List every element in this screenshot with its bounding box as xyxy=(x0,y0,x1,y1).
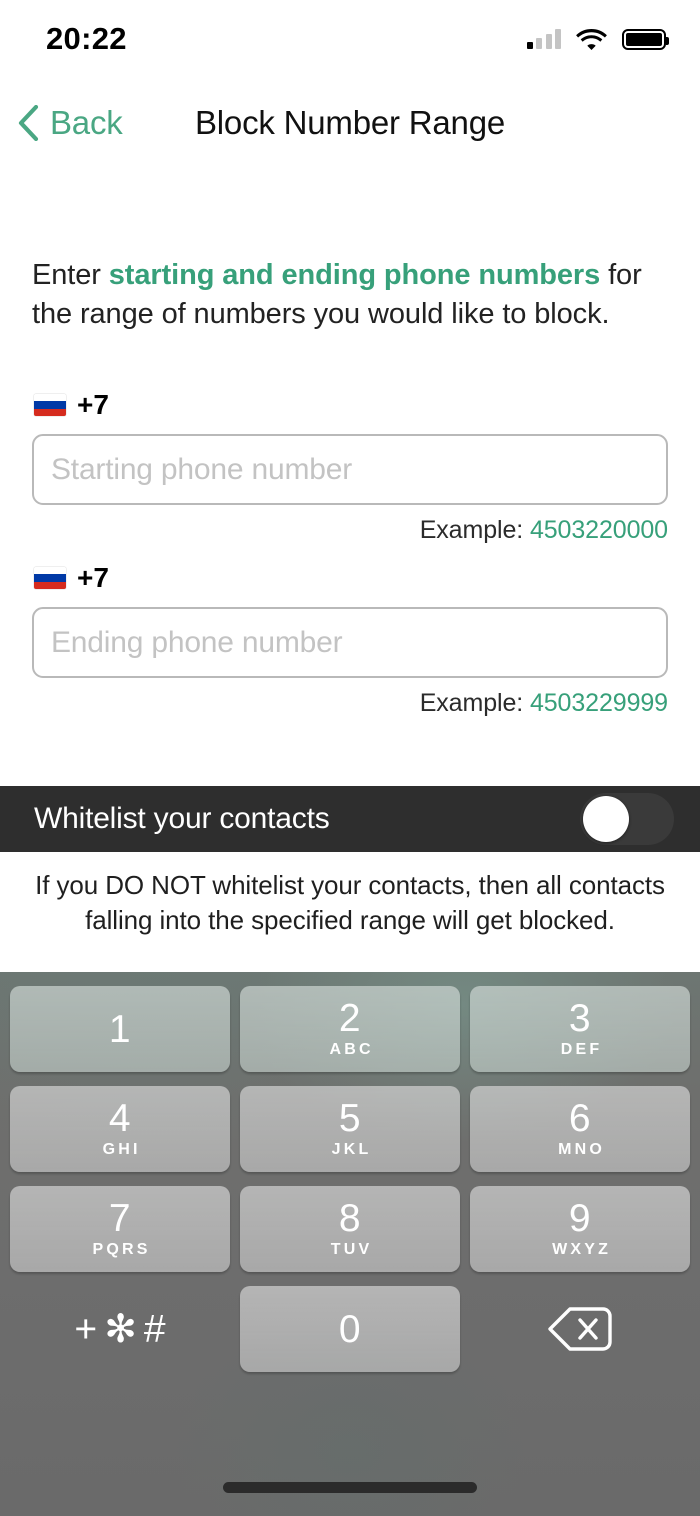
key-1-digit: 1 xyxy=(108,1008,132,1051)
backspace-button[interactable] xyxy=(470,1286,690,1372)
key-3-letters: DEF xyxy=(560,1041,603,1058)
numeric-keypad: 1 2 ABC 3 DEF 4 GHI 5 JKL 6 MNO 7 PQRS 8… xyxy=(0,972,700,1516)
country-code-row-start[interactable]: +7 xyxy=(32,388,668,422)
key-6-digit: 6 xyxy=(568,1097,592,1140)
key-9[interactable]: 9 WXYZ xyxy=(470,1186,690,1272)
ending-example-value: 4503229999 xyxy=(529,689,668,717)
ending-number-group: +7 Ending phone number Example: 45032299… xyxy=(32,561,668,718)
country-code-end: +7 xyxy=(77,562,109,593)
ending-example-label: Example: xyxy=(419,689,530,717)
home-indicator xyxy=(223,1482,477,1493)
key-2[interactable]: 2 ABC xyxy=(240,986,460,1072)
russia-flag-icon xyxy=(34,567,66,589)
key-3[interactable]: 3 DEF xyxy=(470,986,690,1072)
whitelist-note: If you DO NOT whitelist your contacts, t… xyxy=(35,870,665,935)
key-8[interactable]: 8 TUV xyxy=(240,1186,460,1272)
key-2-letters: ABC xyxy=(329,1041,374,1058)
starting-example-value: 4503220000 xyxy=(529,516,668,544)
key-7-digit: 7 xyxy=(108,1197,132,1240)
wifi-icon xyxy=(576,29,607,50)
key-7[interactable]: 7 PQRS xyxy=(10,1186,230,1272)
key-2-digit: 2 xyxy=(338,997,362,1040)
key-5[interactable]: 5 JKL xyxy=(240,1086,460,1172)
whitelist-bar: Whitelist your contacts xyxy=(0,786,700,852)
key-9-digit: 9 xyxy=(568,1197,592,1240)
key-4[interactable]: 4 GHI xyxy=(10,1086,230,1172)
whitelist-toggle[interactable] xyxy=(580,793,674,845)
starting-example-label: Example: xyxy=(419,516,530,544)
key-7-letters: PQRS xyxy=(92,1241,151,1258)
country-code-start: +7 xyxy=(77,389,109,420)
instruction-prefix: Enter xyxy=(32,259,109,291)
ending-phone-input[interactable]: Ending phone number xyxy=(32,607,668,678)
key-symbols[interactable]: +✻# xyxy=(10,1286,230,1372)
key-8-letters: TUV xyxy=(330,1241,373,1258)
key-4-letters: GHI xyxy=(102,1141,141,1158)
key-6[interactable]: 6 MNO xyxy=(470,1086,690,1172)
starting-phone-input[interactable]: Starting phone number xyxy=(32,434,668,505)
cellular-signal-icon xyxy=(526,29,561,49)
ending-example: Example: 4503229999 xyxy=(32,689,668,718)
key-8-digit: 8 xyxy=(338,1197,362,1240)
navigation-bar: Back Block Number Range xyxy=(0,92,700,154)
back-button-label: Back xyxy=(50,104,123,141)
keypad-last-row: +✻# 0 xyxy=(0,1279,700,1379)
status-bar: 20:22 xyxy=(0,0,700,78)
back-button[interactable]: Back xyxy=(17,104,123,142)
key-5-digit: 5 xyxy=(338,1097,362,1140)
battery-icon xyxy=(622,28,669,50)
status-time: 20:22 xyxy=(46,21,127,56)
keypad-grid: 1 2 ABC 3 DEF 4 GHI 5 JKL 6 MNO 7 PQRS 8… xyxy=(0,979,700,1279)
key-4-digit: 4 xyxy=(108,1097,132,1140)
key-0[interactable]: 0 xyxy=(240,1286,460,1372)
key-3-digit: 3 xyxy=(568,997,592,1040)
starting-example: Example: 4503220000 xyxy=(32,516,668,545)
russia-flag-icon xyxy=(34,394,66,416)
phone-screen: 20:22 Back Block Number Range Enter star… xyxy=(0,0,700,1516)
whitelist-label: Whitelist your contacts xyxy=(34,802,330,835)
key-5-letters: JKL xyxy=(331,1141,372,1158)
instruction-highlight: starting and ending phone numbers xyxy=(108,259,601,291)
key-9-letters: WXYZ xyxy=(552,1241,612,1258)
key-6-letters: MNO xyxy=(558,1141,606,1158)
key-0-digit: 0 xyxy=(338,1308,362,1351)
status-icon-group xyxy=(526,28,669,50)
instruction-text: Enter starting and ending phone numbers … xyxy=(32,256,674,334)
key-1[interactable]: 1 xyxy=(10,986,230,1072)
country-code-row-end[interactable]: +7 xyxy=(32,561,668,595)
starting-number-group: +7 Starting phone number Example: 450322… xyxy=(32,388,668,545)
backspace-icon xyxy=(548,1307,612,1351)
chevron-left-icon xyxy=(18,105,39,141)
toggle-knob xyxy=(583,796,629,842)
